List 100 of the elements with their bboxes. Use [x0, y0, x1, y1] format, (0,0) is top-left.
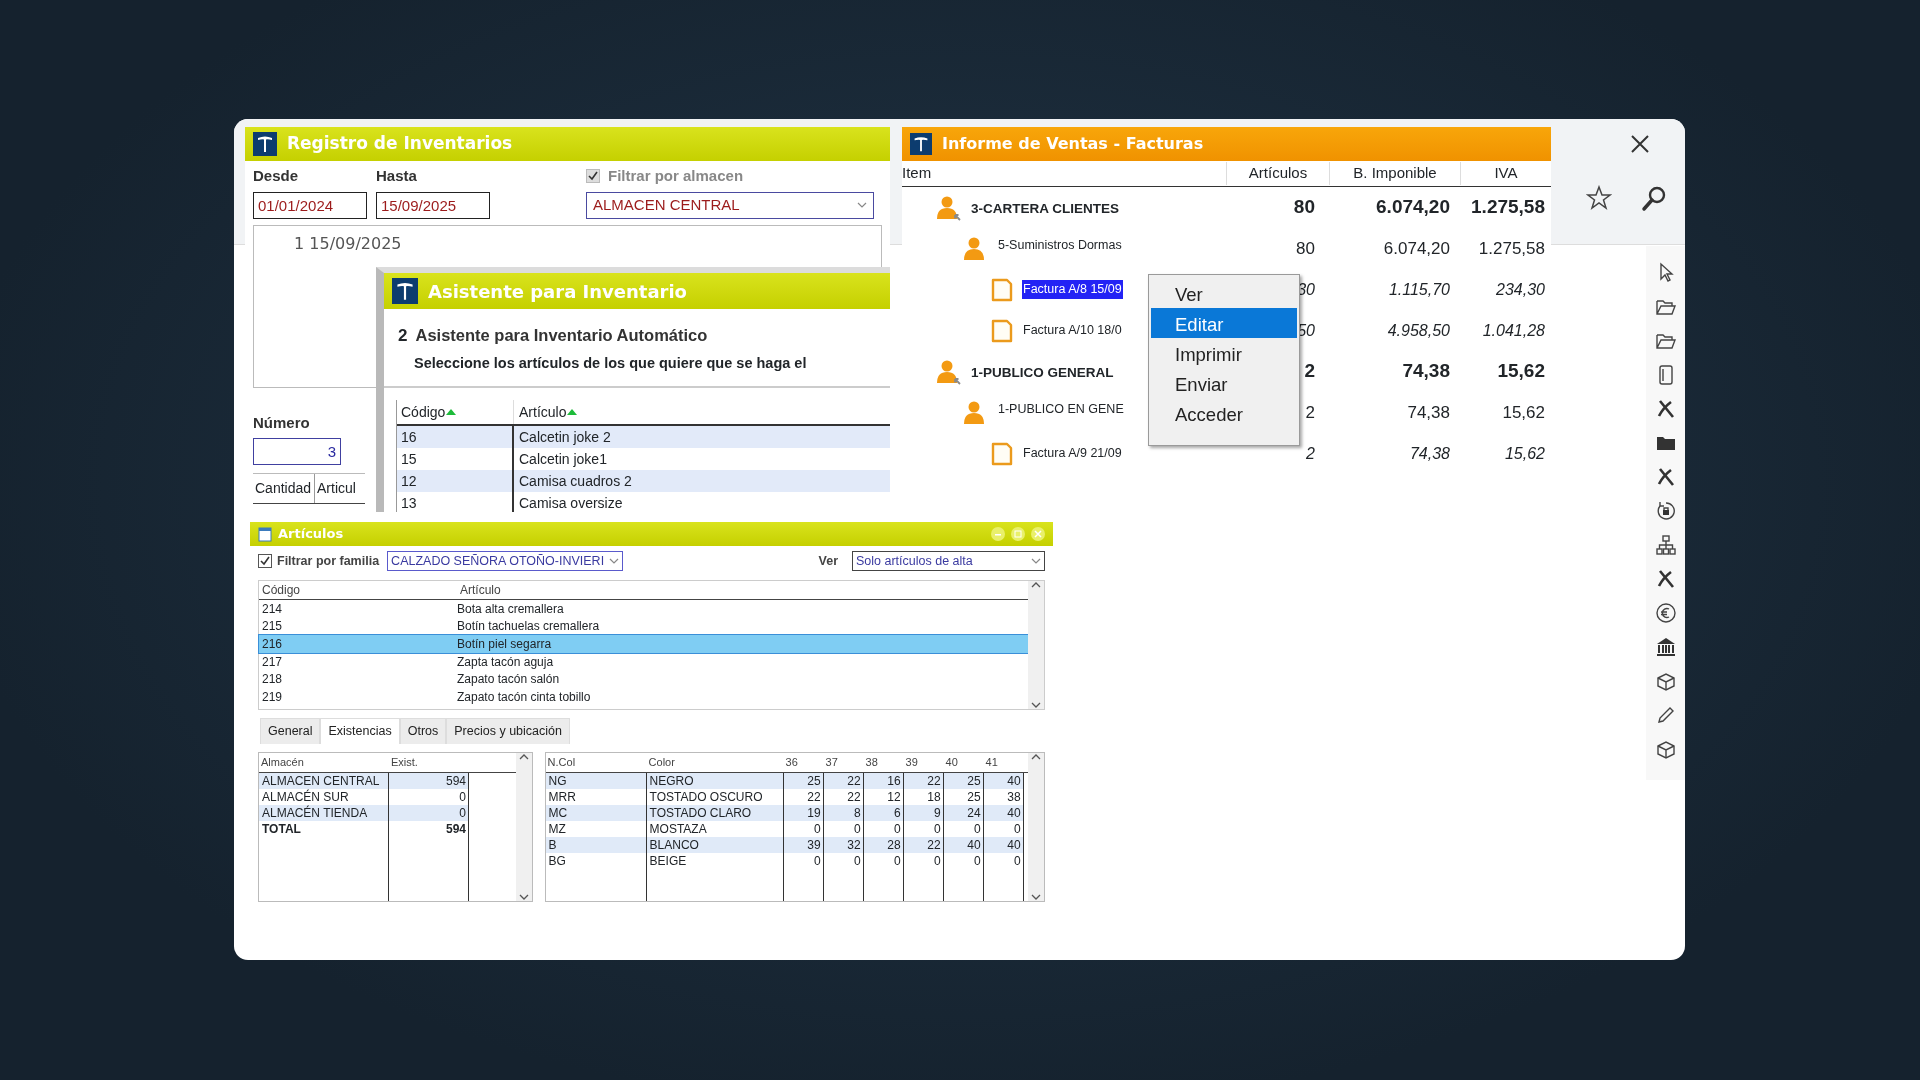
sort-arrow-icon[interactable] [445, 407, 458, 418]
table-cell-text: TOSTADO CLARO [648, 804, 752, 822]
column-header[interactable]: Artículos [1226, 162, 1329, 185]
table-cell-text: 4.958,50 [1386, 320, 1451, 341]
sort-arrow-icon[interactable] [566, 407, 579, 418]
list-item[interactable]: 1 15/09/2025 [294, 231, 881, 256]
table-cell-text: 217 [261, 653, 284, 671]
person-arrow-icon [936, 358, 962, 385]
step-number: 2 [398, 325, 408, 347]
column-header[interactable]: IVA [1460, 162, 1551, 185]
step-heading: Asistente para Inventario Automático [415, 325, 708, 346]
tree-item-label[interactable]: Factura A/10 18/0 [1022, 321, 1123, 340]
scrollbar[interactable] [1028, 752, 1044, 901]
table-cell-text: 0 [973, 820, 982, 838]
table-row[interactable]: 214 Bota alta cremallera [259, 600, 1028, 618]
column-header[interactable]: Artículo [519, 401, 579, 423]
table-row[interactable]: 215 Botín tachuelas cremallera [259, 617, 1028, 636]
input-field[interactable]: 15/09/2025 [376, 191, 490, 219]
column-header[interactable]: 38 [863, 754, 904, 771]
table-cell-text: Calcetin joke1 [518, 449, 607, 469]
table-cell-text: 6.074,20 [1382, 237, 1451, 260]
table-cell-text: BLANCO [648, 836, 699, 854]
tree-item-label[interactable]: Factura A/8 15/09 [1022, 280, 1123, 299]
tree-item-label[interactable]: 5-Suministros Dormas [997, 235, 1123, 255]
scroll-down-icon[interactable] [1031, 701, 1041, 709]
dropdown[interactable]: Solo artículos de alta [852, 551, 1045, 571]
table-cell-text: Camisa cuadros 2 [518, 471, 632, 491]
column-header[interactable]: 39 [903, 754, 944, 771]
table-cell-text: 24 [967, 804, 982, 822]
table-cell-text: 74,38 [1406, 401, 1451, 424]
tab[interactable]: General [260, 718, 321, 744]
app-logo-icon [253, 132, 277, 156]
tree-item-label[interactable]: Factura A/9 21/09 [1022, 444, 1123, 463]
table-row[interactable]: 218 Zapato tacón salón [259, 670, 1028, 688]
column-header[interactable]: N.Col [545, 754, 647, 771]
scroll-down-icon[interactable] [518, 892, 529, 901]
menu-item[interactable]: Ver [1151, 278, 1297, 308]
column-header[interactable]: B. Imponible [1329, 162, 1460, 185]
table-cell-text: 1.115,70 [1387, 279, 1451, 300]
column-header[interactable]: Exist. [389, 754, 469, 771]
table-row[interactable]: 216 Botín piel segarra [259, 635, 1028, 653]
table-cell-text: Botín piel segarra [457, 636, 552, 653]
table-cell-text: NG [547, 772, 567, 790]
table-cell-text: 22 [927, 772, 942, 790]
field-label: Ver [818, 552, 838, 570]
search-icon[interactable] [1640, 185, 1668, 213]
column-header[interactable]: 37 [823, 754, 864, 771]
menu-item[interactable]: Enviar [1151, 368, 1297, 398]
stack-icon[interactable] [1654, 670, 1677, 692]
tab[interactable]: Precios y ubicación [446, 718, 570, 744]
checkbox[interactable] [258, 554, 272, 568]
scrollbar[interactable] [515, 752, 532, 901]
input-field[interactable]: 01/01/2024 [253, 191, 367, 219]
column-header[interactable]: Color [646, 754, 784, 771]
stack-icon[interactable] [1654, 738, 1677, 760]
column-header[interactable]: 40 [943, 754, 984, 771]
column-header[interactable]: Código [401, 401, 458, 423]
bank-icon[interactable] [1654, 636, 1677, 658]
scrollbar[interactable] [1028, 581, 1044, 709]
dropdown[interactable]: ALMACEN CENTRAL [586, 191, 874, 219]
column-header[interactable]: 41 [983, 754, 1024, 771]
tab[interactable]: Existencias [320, 718, 400, 744]
table-cell-text: 13 [401, 493, 417, 512]
table-cell-text: BEIGE [648, 852, 687, 870]
table-cell-text: 40 [1007, 836, 1022, 854]
scroll-up-icon[interactable] [518, 752, 529, 761]
table-cell-text: 22 [847, 788, 862, 806]
table-row[interactable]: 219 Zapato tacón cinta tobillo [259, 687, 1028, 706]
table-cell-text: 74,38 [1401, 359, 1451, 384]
column-header[interactable]: Código [259, 581, 457, 599]
euro-icon[interactable] [1654, 602, 1677, 624]
close-icon[interactable] [1629, 133, 1651, 155]
column-header[interactable]: 36 [783, 754, 824, 771]
tab[interactable]: Otros [399, 718, 447, 744]
menu-item[interactable]: Editar [1151, 308, 1297, 338]
table-row[interactable]: 217 Zapta tacón aguja [259, 652, 1028, 671]
table-cell-text: 15,62 [1503, 443, 1546, 464]
star-icon[interactable] [1586, 185, 1612, 211]
menu-item[interactable]: Acceder [1151, 398, 1297, 428]
caret-icon [857, 201, 867, 209]
input-field[interactable]: 3 [253, 438, 341, 465]
table-cell-text: 22 [847, 772, 862, 790]
tree-item-label[interactable]: 3-CARTERA CLIENTES [970, 198, 1120, 219]
scroll-down-icon[interactable] [1031, 892, 1041, 901]
network-icon[interactable] [1654, 534, 1677, 556]
dropdown[interactable]: CALZADO SEÑORA OTOÑO-INVIERI [387, 551, 624, 571]
table-cell-text: 15 [401, 449, 417, 469]
table-cell-text: 16 [887, 772, 902, 790]
menu-item[interactable]: Imprimir [1151, 338, 1297, 368]
table-cell-text: 8 [853, 804, 862, 822]
scroll-up-icon[interactable] [1031, 752, 1041, 761]
scroll-up-icon[interactable] [1031, 581, 1041, 589]
table-cell-text: 80 [1295, 237, 1316, 260]
tree-item-label[interactable]: 1-PUBLICO GENERAL [970, 362, 1115, 383]
column-header[interactable]: Item [902, 162, 1226, 185]
table-cell-text: 25 [967, 788, 982, 806]
column-header[interactable]: Artículo [457, 581, 501, 599]
column-header[interactable]: Almacén [259, 754, 389, 771]
tree-item-label[interactable]: 1-PUBLICO EN GENE [997, 399, 1125, 419]
table-cell-text: 0 [933, 820, 942, 838]
